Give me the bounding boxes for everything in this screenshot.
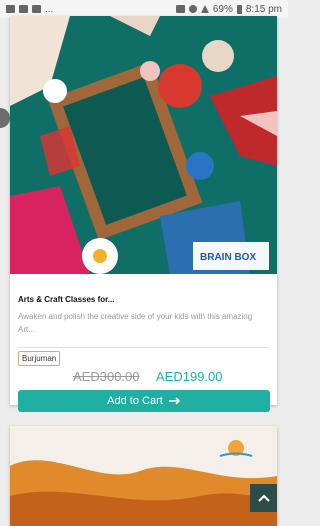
youtube-icon — [32, 5, 41, 13]
more-icon: ... — [45, 3, 54, 15]
divider — [18, 347, 269, 348]
battery-icon — [236, 4, 242, 14]
scroll-to-top-button[interactable] — [250, 484, 277, 512]
chat-icon — [6, 5, 15, 13]
chevron-up-icon — [257, 494, 270, 502]
add-to-cart-button[interactable]: Add to Cart — [18, 390, 270, 412]
next-product-card[interactable] — [10, 426, 277, 526]
old-price: AED300.00 — [73, 369, 140, 384]
add-to-cart-label: Add to Cart — [107, 395, 163, 407]
craft-photo: BRAIN BOX — [10, 16, 277, 274]
desert-photo — [10, 426, 277, 526]
arrow-right-icon — [168, 397, 180, 405]
product-title[interactable]: Arts & Craft Classes for... — [18, 295, 114, 304]
clock: 8:15 pm — [245, 3, 282, 15]
new-price: AED199.00 — [156, 369, 223, 384]
side-drawer-tab[interactable] — [0, 108, 10, 128]
mute-icon — [175, 5, 185, 13]
location-tag[interactable]: Burjuman — [18, 351, 61, 366]
battery-level: 69% — [212, 3, 233, 15]
image-icon — [19, 5, 28, 13]
product-image[interactable]: BRAIN BOX — [10, 16, 277, 274]
wifi-icon — [188, 5, 197, 13]
product-description: Awaken and polish the creative side of y… — [18, 312, 253, 334]
status-left: ... — [6, 4, 53, 15]
product-card[interactable]: BRAIN BOX Arts & Craft Classes for... Aw… — [10, 16, 277, 412]
status-right: 69% 8:15 pm — [175, 3, 282, 15]
brainbox-logo: BRAIN BOX — [200, 252, 256, 263]
signal-icon — [200, 5, 209, 13]
